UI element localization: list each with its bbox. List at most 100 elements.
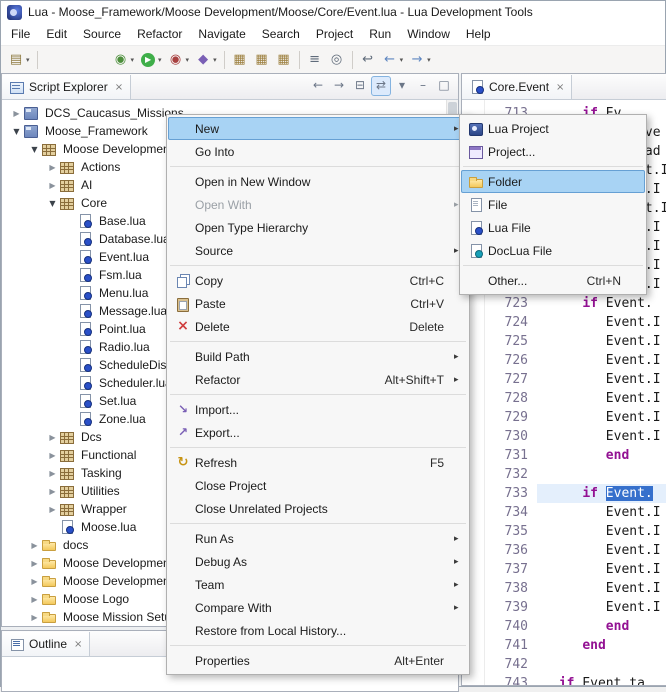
- menu-navigate[interactable]: Navigate: [190, 24, 253, 44]
- twistie-icon[interactable]: ▶: [10, 109, 23, 118]
- context-menu-item-delete[interactable]: DeleteDelete: [168, 315, 468, 338]
- run-button[interactable]: ▶▾: [137, 49, 165, 71]
- tab-label: Core.Event: [489, 80, 549, 94]
- last-edit-location-button[interactable]: ↩: [357, 49, 379, 71]
- submenu-item-project[interactable]: Project...: [461, 140, 645, 163]
- menu-project[interactable]: Project: [308, 24, 361, 44]
- twistie-icon[interactable]: ▶: [46, 487, 59, 496]
- maximize-view-button[interactable]: □: [434, 76, 454, 96]
- new-lua-file-button[interactable]: ▦: [273, 49, 295, 71]
- collapse-all-button[interactable]: ⊟: [350, 76, 370, 96]
- context-menu: New▸Go Into Open in New WindowOpen With▸O…: [166, 114, 470, 675]
- code-segment: [551, 296, 582, 311]
- code-line: 730 Event.I: [485, 427, 666, 446]
- menu-run[interactable]: Run: [361, 24, 399, 44]
- submenu-item-file[interactable]: File: [461, 193, 645, 216]
- debug-button[interactable]: ◉▾: [110, 49, 138, 71]
- tab-script-explorer[interactable]: Script Explorer ×: [2, 75, 131, 99]
- tab-label: Outline: [29, 637, 67, 651]
- context-menu-item-close-project[interactable]: Close Project: [168, 474, 468, 497]
- new-wizard-button[interactable]: ▤▾: [5, 49, 33, 71]
- twistie-icon[interactable]: ▶: [28, 595, 41, 604]
- code-text: Event.I: [537, 598, 666, 617]
- menu-help[interactable]: Help: [458, 24, 499, 44]
- context-menu-item-source[interactable]: Source▸: [168, 239, 468, 262]
- twistie-icon[interactable]: ▶: [46, 451, 59, 460]
- context-menu-item-export[interactable]: Export...: [168, 421, 468, 444]
- context-menu-item-copy[interactable]: CopyCtrl+C: [168, 269, 468, 292]
- context-menu-item-import[interactable]: Import...: [168, 398, 468, 421]
- twistie-icon[interactable]: ▶: [46, 163, 59, 172]
- twistie-icon[interactable]: ▶: [46, 433, 59, 442]
- menu-file[interactable]: File: [3, 24, 38, 44]
- twistie-icon[interactable]: ▶: [28, 541, 41, 550]
- twistie-icon[interactable]: ▼: [28, 145, 41, 154]
- context-menu-item-paste[interactable]: PasteCtrl+V: [168, 292, 468, 315]
- close-tab-icon[interactable]: ×: [556, 82, 564, 93]
- submenu-item-lua-project[interactable]: Lua Project: [461, 117, 645, 140]
- pin-editor-button[interactable]: ◎: [326, 49, 348, 71]
- view-forward-button[interactable]: →: [329, 76, 349, 96]
- new-lua-module-button[interactable]: ▦: [251, 49, 273, 71]
- mark-occurrences-button[interactable]: ≡: [304, 49, 326, 71]
- new-lua-project-button[interactable]: ▦: [229, 49, 251, 71]
- line-number: 729: [485, 408, 537, 427]
- twistie-icon[interactable]: ▶: [28, 559, 41, 568]
- context-menu-item-close-unrelated-projects[interactable]: Close Unrelated Projects: [168, 497, 468, 520]
- paste-icon: [175, 296, 191, 312]
- link-with-editor-button[interactable]: ⇄: [371, 76, 391, 96]
- twistie-icon[interactable]: ▶: [46, 505, 59, 514]
- context-menu-item-open-with[interactable]: Open With▸: [168, 193, 468, 216]
- context-menu-item-build-path[interactable]: Build Path▸: [168, 345, 468, 368]
- context-menu-item-restore-from-local-history[interactable]: Restore from Local History...: [168, 619, 468, 642]
- code-text: Event.I: [537, 332, 666, 351]
- close-tab-icon[interactable]: ×: [115, 82, 123, 93]
- back-history-button[interactable]: ←▾: [379, 49, 407, 71]
- context-menu-item-compare-with[interactable]: Compare With▸: [168, 596, 468, 619]
- menu-refactor[interactable]: Refactor: [129, 24, 190, 44]
- twistie-icon[interactable]: ▼: [10, 127, 23, 136]
- package-icon: [41, 141, 57, 157]
- profile-button[interactable]: ◉▾: [165, 49, 193, 71]
- tree-item-label: AI: [79, 178, 92, 192]
- context-menu-item-debug-as[interactable]: Debug As▸: [168, 550, 468, 573]
- menu-search[interactable]: Search: [254, 24, 308, 44]
- submenu-item-doclua-file[interactable]: DocLua File: [461, 239, 645, 262]
- submenu-item-lua-file[interactable]: Lua File: [461, 216, 645, 239]
- context-menu-item-go-into[interactable]: Go Into: [168, 140, 468, 163]
- twistie-icon[interactable]: ▶: [46, 181, 59, 190]
- line-number: 740: [485, 617, 537, 636]
- twistie-icon[interactable]: ▶: [28, 613, 41, 622]
- view-back-button[interactable]: ←: [308, 76, 328, 96]
- code-line: 726 Event.I: [485, 351, 666, 370]
- minimize-view-button[interactable]: –: [413, 76, 433, 96]
- context-menu-item-refresh[interactable]: RefreshF5: [168, 451, 468, 474]
- app-icon[interactable]: [7, 5, 22, 20]
- view-menu-button[interactable]: ▾: [392, 76, 412, 96]
- code-segment: Event.I: [551, 562, 661, 577]
- external-tools-button[interactable]: ◆▾: [192, 49, 220, 71]
- submenu-item-folder[interactable]: Folder: [461, 170, 645, 193]
- context-menu-item-refactor[interactable]: RefactorAlt+Shift+T▸: [168, 368, 468, 391]
- context-menu-item-open-type-hierarchy[interactable]: Open Type Hierarchy: [168, 216, 468, 239]
- twistie-icon[interactable]: ▼: [46, 199, 59, 208]
- menu-source[interactable]: Source: [75, 24, 129, 44]
- code-segment: if: [582, 486, 605, 501]
- context-menu-item-run-as[interactable]: Run As▸: [168, 527, 468, 550]
- context-menu-item-new[interactable]: New▸: [168, 117, 468, 140]
- tab-outline[interactable]: Outline ×: [2, 632, 90, 656]
- code-text: if Event.: [537, 294, 666, 313]
- context-menu-item-open-in-new-window[interactable]: Open in New Window: [168, 170, 468, 193]
- submenu-arrow-icon: ▸: [454, 603, 465, 613]
- close-tab-icon[interactable]: ×: [74, 639, 82, 650]
- menu-separator: [170, 523, 466, 524]
- context-menu-item-team[interactable]: Team▸: [168, 573, 468, 596]
- menu-edit[interactable]: Edit: [38, 24, 75, 44]
- context-menu-item-properties[interactable]: PropertiesAlt+Enter: [168, 649, 468, 672]
- submenu-item-other[interactable]: Other...Ctrl+N: [461, 269, 645, 292]
- tab-core-event[interactable]: Core.Event ×: [462, 75, 572, 99]
- forward-history-button[interactable]: →▾: [406, 49, 434, 71]
- twistie-icon[interactable]: ▶: [46, 469, 59, 478]
- twistie-icon[interactable]: ▶: [28, 577, 41, 586]
- menu-window[interactable]: Window: [399, 24, 458, 44]
